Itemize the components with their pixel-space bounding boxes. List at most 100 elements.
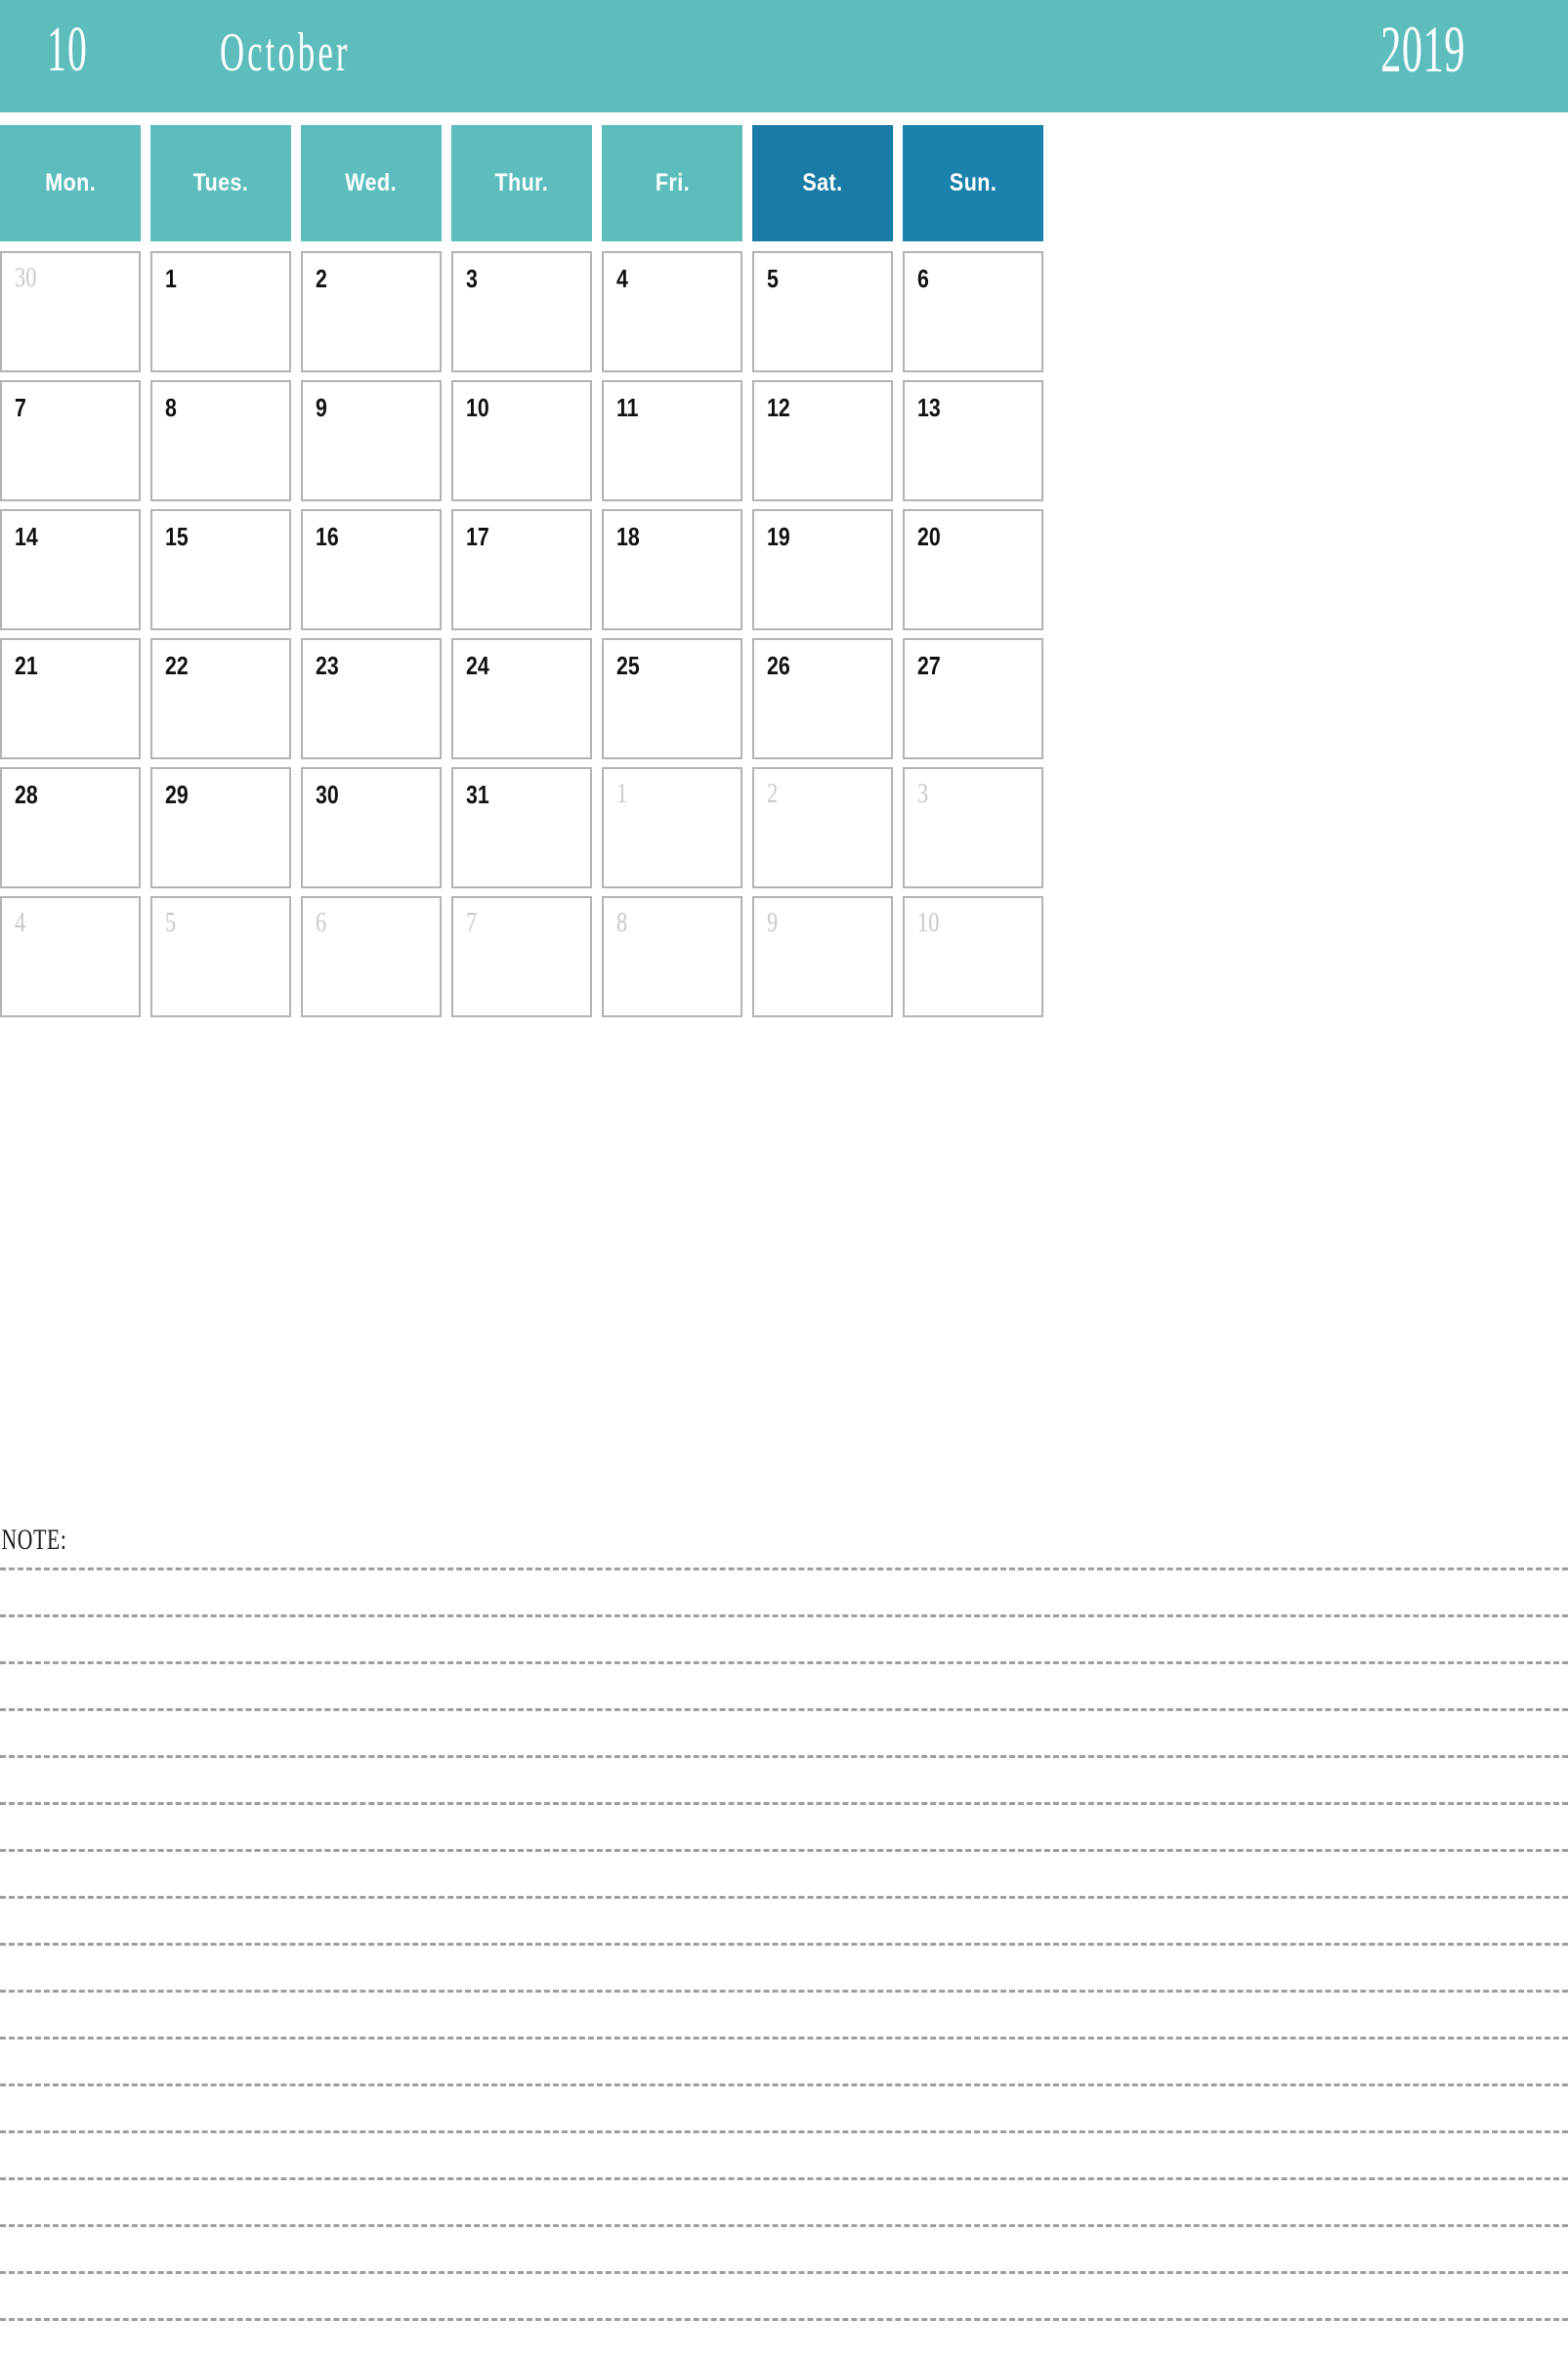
date-cell[interactable]: 5 bbox=[150, 896, 291, 1017]
date-number: 13 bbox=[917, 393, 941, 422]
date-number: 4 bbox=[616, 264, 628, 293]
date-cell[interactable]: 6 bbox=[903, 251, 1043, 372]
date-cell[interactable]: 27 bbox=[903, 638, 1043, 759]
date-cell[interactable]: 20 bbox=[903, 509, 1043, 630]
date-cell[interactable]: 7 bbox=[451, 896, 592, 1017]
date-number: 17 bbox=[466, 522, 489, 551]
date-number: 14 bbox=[15, 522, 38, 551]
date-cell[interactable]: 3 bbox=[451, 251, 592, 372]
date-cell[interactable]: 15 bbox=[150, 509, 291, 630]
date-number: 9 bbox=[767, 908, 779, 938]
day-header-mon: Mon. bbox=[0, 125, 141, 241]
day-header-sat: Sat. bbox=[752, 125, 893, 241]
note-line[interactable] bbox=[0, 1846, 1568, 1852]
date-number: 8 bbox=[616, 908, 628, 938]
date-number: 23 bbox=[316, 651, 339, 680]
date-cell[interactable]: 18 bbox=[602, 509, 742, 630]
date-cell[interactable]: 13 bbox=[903, 380, 1043, 501]
date-number: 30 bbox=[15, 263, 37, 293]
date-number: 2 bbox=[316, 264, 327, 293]
note-line[interactable] bbox=[0, 1752, 1568, 1758]
date-cell[interactable]: 6 bbox=[301, 896, 442, 1017]
date-cell[interactable]: 31 bbox=[451, 767, 592, 888]
date-cell[interactable]: 11 bbox=[602, 380, 742, 501]
date-number: 22 bbox=[165, 651, 189, 680]
note-line[interactable] bbox=[0, 1565, 1568, 1570]
date-cell[interactable]: 1 bbox=[150, 251, 291, 372]
date-number: 16 bbox=[316, 522, 339, 551]
date-number: 21 bbox=[15, 651, 38, 680]
date-cell[interactable]: 8 bbox=[150, 380, 291, 501]
day-header-label: Thur. bbox=[494, 169, 549, 196]
date-cell[interactable]: 26 bbox=[752, 638, 893, 759]
date-number: 6 bbox=[316, 908, 327, 938]
date-cell[interactable]: 10 bbox=[903, 896, 1043, 1017]
header-month-number: 10 bbox=[47, 14, 88, 85]
note-line[interactable] bbox=[0, 2127, 1568, 2133]
note-line[interactable] bbox=[0, 1799, 1568, 1805]
date-cell[interactable]: 21 bbox=[0, 638, 141, 759]
note-line[interactable] bbox=[0, 2034, 1568, 2040]
date-cell[interactable]: 16 bbox=[301, 509, 442, 630]
note-line[interactable] bbox=[0, 1705, 1568, 1711]
date-number: 25 bbox=[616, 651, 640, 680]
note-line[interactable] bbox=[0, 1658, 1568, 1664]
date-cell[interactable]: 19 bbox=[752, 509, 893, 630]
date-cell[interactable]: 22 bbox=[150, 638, 291, 759]
note-line[interactable] bbox=[0, 2268, 1568, 2274]
date-number: 4 bbox=[15, 908, 26, 938]
date-cell[interactable]: 5 bbox=[752, 251, 893, 372]
date-cell[interactable]: 17 bbox=[451, 509, 592, 630]
date-cell[interactable]: 3 bbox=[903, 767, 1043, 888]
date-cell[interactable]: 28 bbox=[0, 767, 141, 888]
calendar-week-row: 7 8 9 10 11 12 13 bbox=[0, 380, 1568, 501]
date-number: 12 bbox=[767, 393, 790, 422]
date-number: 24 bbox=[466, 651, 489, 680]
date-number: 1 bbox=[616, 779, 628, 809]
note-line[interactable] bbox=[0, 1893, 1568, 1899]
date-cell[interactable]: 9 bbox=[752, 896, 893, 1017]
date-cell[interactable]: 30 bbox=[0, 251, 141, 372]
date-number: 30 bbox=[316, 780, 339, 809]
note-line[interactable] bbox=[0, 2174, 1568, 2180]
date-number: 18 bbox=[616, 522, 640, 551]
day-header-label: Tues. bbox=[192, 169, 249, 196]
date-cell[interactable]: 7 bbox=[0, 380, 141, 501]
date-cell[interactable]: 23 bbox=[301, 638, 442, 759]
note-line[interactable] bbox=[0, 1611, 1568, 1617]
date-cell[interactable]: 1 bbox=[602, 767, 742, 888]
date-cell[interactable]: 30 bbox=[301, 767, 442, 888]
day-header-label: Wed. bbox=[345, 169, 398, 196]
date-cell[interactable]: 4 bbox=[602, 251, 742, 372]
day-header-thur: Thur. bbox=[451, 125, 592, 241]
date-number: 9 bbox=[316, 393, 327, 422]
calendar-grid: Mon. Tues. Wed. Thur. Fri. Sat. Sun. 30 1 2 3 4 5 6 7… bbox=[0, 125, 1568, 1025]
note-line[interactable] bbox=[0, 2081, 1568, 2086]
date-cell[interactable]: 25 bbox=[602, 638, 742, 759]
date-number: 31 bbox=[466, 780, 489, 809]
date-cell[interactable]: 14 bbox=[0, 509, 141, 630]
note-section: NOTE: bbox=[0, 1525, 1568, 2362]
date-cell[interactable]: 9 bbox=[301, 380, 442, 501]
note-line[interactable] bbox=[0, 2221, 1568, 2227]
note-line[interactable] bbox=[0, 1940, 1568, 1946]
date-cell[interactable]: 24 bbox=[451, 638, 592, 759]
date-cell[interactable]: 8 bbox=[602, 896, 742, 1017]
note-line[interactable] bbox=[0, 1987, 1568, 1993]
date-number: 10 bbox=[466, 393, 489, 422]
date-cell[interactable]: 2 bbox=[301, 251, 442, 372]
date-number: 15 bbox=[165, 522, 189, 551]
date-cell[interactable]: 4 bbox=[0, 896, 141, 1017]
date-number: 3 bbox=[466, 264, 478, 293]
date-cell[interactable]: 29 bbox=[150, 767, 291, 888]
day-of-week-header-row: Mon. Tues. Wed. Thur. Fri. Sat. Sun. bbox=[0, 125, 1568, 241]
date-number: 7 bbox=[466, 908, 478, 938]
date-number: 7 bbox=[15, 393, 26, 422]
date-cell[interactable]: 2 bbox=[752, 767, 893, 888]
note-writing-lines[interactable] bbox=[0, 1565, 1568, 2321]
date-cell[interactable]: 10 bbox=[451, 380, 592, 501]
date-cell[interactable]: 12 bbox=[752, 380, 893, 501]
calendar-header-banner: 10 October 2019 bbox=[0, 0, 1568, 112]
note-line[interactable] bbox=[0, 2315, 1568, 2321]
date-number: 6 bbox=[917, 264, 929, 293]
